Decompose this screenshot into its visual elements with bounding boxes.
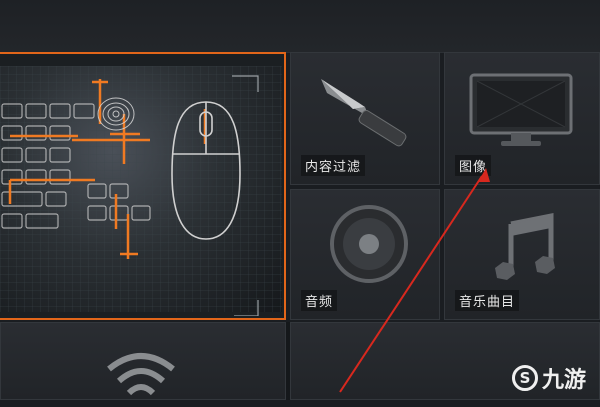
tile-label: 图像 [455, 155, 492, 176]
tile-audio[interactable]: 音频 [290, 189, 440, 320]
tile-content-filter[interactable]: 内容过滤 [290, 52, 440, 185]
speaker-icon [330, 205, 408, 283]
monitor-icon [469, 73, 573, 146]
music-note-icon [495, 212, 555, 280]
bottom-row [0, 322, 600, 400]
tile-network[interactable] [0, 322, 286, 400]
controls-settings-tile[interactable] [0, 52, 286, 320]
watermark-logo-icon: S [512, 365, 538, 391]
tile-music-tracks[interactable]: 音乐曲目 [444, 189, 600, 320]
watermark: S 九游 [512, 362, 586, 394]
top-bar [0, 0, 600, 53]
watermark-text: 九游 [542, 368, 587, 393]
knife-icon [321, 79, 407, 147]
wifi-icon [107, 353, 175, 396]
keyboard-mouse-icon [1, 75, 259, 316]
tile-graphics[interactable]: 图像 [444, 52, 600, 185]
tile-label: 音乐曲目 [455, 290, 520, 311]
tile-label: 内容过滤 [301, 155, 366, 176]
tile-label: 音频 [301, 290, 338, 311]
